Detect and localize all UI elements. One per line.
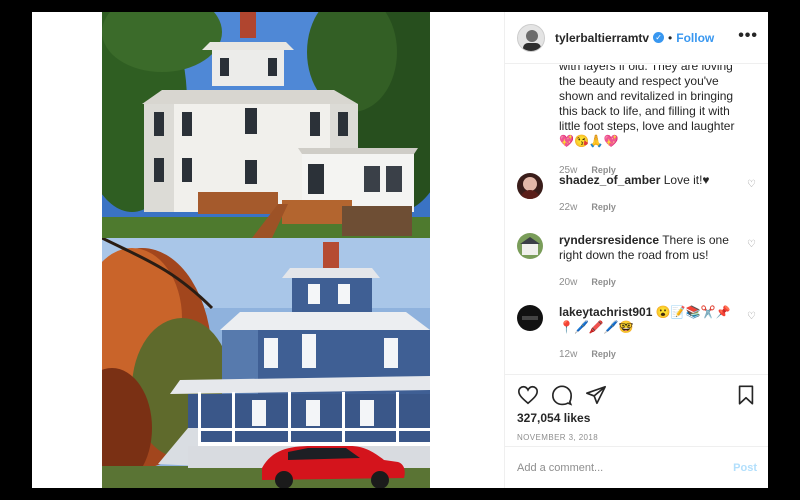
commenter-avatar[interactable] [517, 233, 543, 259]
comment-text: Love it!♥ [663, 173, 710, 187]
post-panel: tylerbaltierramtv ✓ • Follow ••• with la… [504, 12, 768, 488]
comment-username[interactable]: shadez_of_amber [559, 173, 660, 187]
likes-count[interactable]: 327,054 likes [517, 411, 757, 425]
comment-username[interactable]: lakeytachrist901 [559, 305, 652, 319]
comment-item: lakeytachrist901 😮📝📚✂️📌📍🖊️🖍️🖊️🤓 12w Repl… [517, 305, 757, 360]
comment-username[interactable]: ryndersresidence [559, 233, 659, 247]
share-icon[interactable] [585, 384, 607, 406]
comment-body: shadez_of_amber Love it!♥ [559, 173, 739, 188]
comment-age: 22w [559, 202, 578, 213]
comment-meta: 12w Reply [559, 349, 757, 360]
comment-meta: 22w Reply [559, 202, 757, 213]
photo-before [102, 12, 430, 238]
comment-age: 12w [559, 349, 578, 360]
post-comment-button[interactable]: Post [733, 462, 757, 474]
comment-meta: 20w Reply [559, 277, 757, 288]
comment-reply-button[interactable]: Reply [591, 349, 616, 360]
comment-body: lakeytachrist901 😮📝📚✂️📌📍🖊️🖍️🖊️🤓 [559, 305, 739, 335]
author-username[interactable]: tylerbaltierramtv [555, 31, 649, 45]
comment-age: 20w [559, 277, 578, 288]
action-icons [517, 381, 757, 409]
comment-like-heart-icon[interactable]: ♡ [747, 179, 757, 190]
add-comment-input[interactable] [517, 461, 734, 474]
photo-after [102, 238, 430, 488]
post-card: tylerbaltierramtv ✓ • Follow ••• with la… [32, 12, 768, 488]
commenter-avatar[interactable] [517, 173, 543, 199]
comment-body: ryndersresidence There is one right down… [559, 233, 739, 263]
comment-like-heart-icon[interactable]: ♡ [747, 311, 757, 322]
comment-item: ryndersresidence There is one right down… [517, 233, 757, 288]
author-avatar[interactable] [517, 23, 545, 52]
comment-reply-button[interactable]: Reply [591, 202, 616, 213]
caption-text: with layers if old. They are loving the … [559, 65, 735, 148]
comment-item: shadez_of_amber Love it!♥ 22w Reply ♡ [517, 173, 757, 213]
comment-icon[interactable] [551, 384, 573, 406]
commenter-avatar[interactable] [517, 305, 543, 331]
bookmark-icon[interactable] [735, 384, 757, 406]
heart-icon[interactable] [517, 384, 539, 406]
post-header: tylerbaltierramtv ✓ • Follow ••• [505, 12, 768, 64]
comment-like-heart-icon[interactable]: ♡ [747, 239, 757, 250]
post-date: NOVEMBER 3, 2018 [517, 433, 599, 442]
post-media[interactable] [32, 12, 504, 488]
comment-reply-button[interactable]: Reply [591, 277, 616, 288]
header-separator: • [668, 30, 673, 45]
post-actions: 327,054 likes NOVEMBER 3, 2018 [505, 374, 768, 442]
verified-check-icon: ✓ [653, 32, 665, 43]
caption-comment: with layers if old. They are loving the … [559, 65, 745, 178]
comment-composer: Post [505, 446, 768, 488]
comments-list[interactable]: with layers if old. They are loving the … [505, 65, 768, 365]
follow-button[interactable]: Follow [676, 31, 714, 45]
more-options-icon[interactable]: ••• [738, 27, 758, 45]
